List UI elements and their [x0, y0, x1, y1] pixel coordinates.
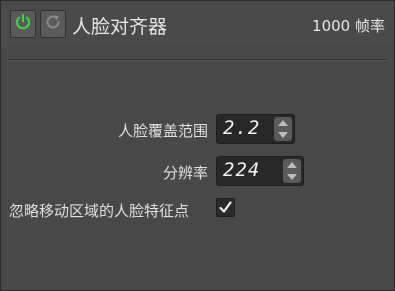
panel-header: 人脸对齐器 1000 帧率 — [1, 1, 394, 46]
resolution-spinbox[interactable]: 224 — [216, 156, 304, 186]
resolution-label: 分辨率 — [162, 164, 208, 182]
coverage-value: 2.2 — [223, 117, 261, 139]
resolution-stepper[interactable] — [283, 159, 301, 183]
reset-button[interactable] — [40, 10, 66, 38]
ignore-moving-checkbox[interactable] — [216, 198, 235, 217]
power-icon — [14, 13, 32, 35]
decrement-arrow-icon[interactable] — [287, 174, 297, 180]
header-divider — [9, 59, 387, 61]
coverage-stepper[interactable] — [274, 117, 292, 141]
panel-title: 人脸对齐器 — [72, 16, 168, 38]
increment-arrow-icon[interactable] — [287, 162, 297, 168]
fps-readout: 1000 帧率 — [312, 17, 385, 35]
enable-toggle-button[interactable] — [10, 10, 36, 38]
increment-arrow-icon[interactable] — [278, 120, 288, 126]
resolution-value: 224 — [223, 159, 261, 181]
coverage-spinbox[interactable]: 2.2 — [216, 114, 295, 144]
decrement-arrow-icon[interactable] — [278, 132, 288, 138]
coverage-label: 人脸覆盖范围 — [117, 122, 208, 140]
ignore-moving-label: 忽略移动区域的人脸特征点 — [9, 202, 190, 220]
face-aligner-panel: 人脸对齐器 1000 帧率 人脸覆盖范围 2.2 分辨率 224 忽略移动区域的… — [0, 0, 395, 291]
refresh-icon — [44, 13, 62, 35]
